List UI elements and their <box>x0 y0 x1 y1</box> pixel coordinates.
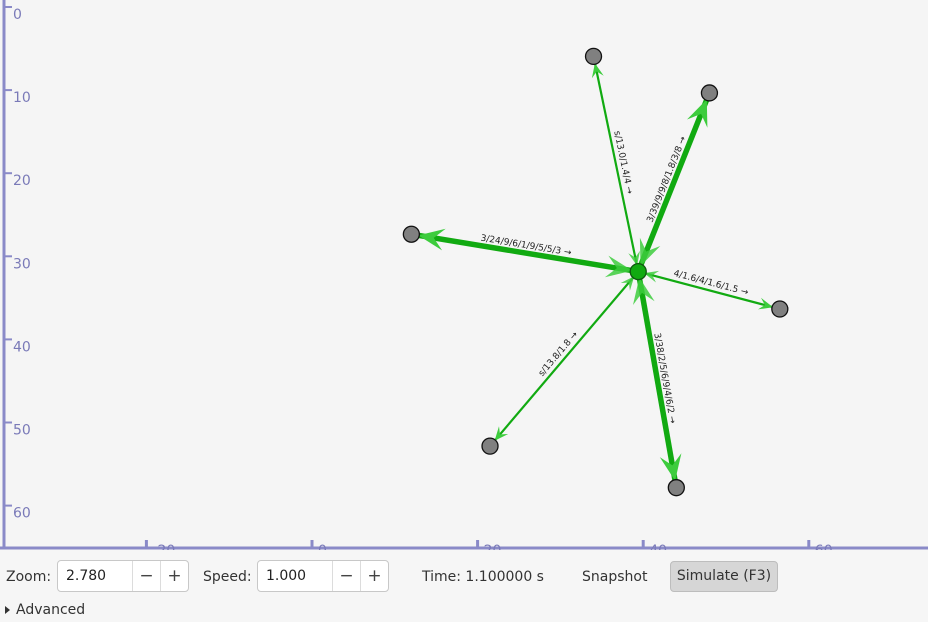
zoom-increase-button[interactable]: + <box>160 561 188 591</box>
speed-label: Speed: <box>203 569 252 585</box>
zoom-label: Zoom: <box>6 569 52 585</box>
y-tick-label: 60 <box>13 506 31 522</box>
y-tick-label: 20 <box>13 173 31 189</box>
graph-node[interactable] <box>481 437 499 455</box>
time-readout: Time: 1.100000 s <box>422 569 544 585</box>
advanced-expander[interactable]: Advanced <box>5 602 85 618</box>
toolbar: Zoom: − + Speed: − + Time: 1.100000 s Sn… <box>0 556 928 598</box>
advanced-label: Advanced <box>16 602 86 618</box>
graph-node[interactable] <box>667 479 685 497</box>
simulate-button[interactable]: Simulate (F3) <box>670 561 778 592</box>
graph-edge[interactable]: 4/1.6/4/1.6/1.5 → <box>637 269 775 310</box>
x-tick-label: 60 <box>815 543 833 550</box>
speed-decrease-button[interactable]: − <box>332 561 360 591</box>
graph-node[interactable] <box>402 225 421 243</box>
zoom-decrease-button[interactable]: − <box>132 561 160 591</box>
edge-label: s/13.8/1.8 → <box>537 330 581 379</box>
y-tick-label: 50 <box>13 423 31 439</box>
edge-label: 3/39/9/9/8/1.8/3/8 → <box>646 135 689 224</box>
graph-edge[interactable]: s/13.8/1.8 → <box>493 270 640 443</box>
graph-view[interactable]: 0 10 20 30 40 50 60 -20 0 20 40 60 s/13.0/1.4/4 →3… <box>0 0 928 550</box>
edge-line <box>635 97 710 273</box>
speed-input[interactable] <box>258 561 332 591</box>
x-tick-label: 20 <box>484 543 502 550</box>
y-tick-label: 10 <box>13 90 31 106</box>
x-tick-label: 0 <box>318 543 327 550</box>
edge-line <box>493 270 640 443</box>
edge-line <box>593 62 640 272</box>
zoom-input[interactable] <box>58 561 132 591</box>
speed-spinner: − + <box>257 560 389 592</box>
graph-edge[interactable]: 3/39/9/9/8/1.8/3/8 → <box>635 97 710 273</box>
expander-arrow-icon <box>5 606 10 614</box>
y-tick-label: 40 <box>13 339 31 355</box>
graph-edge[interactable]: s/13.0/1.4/4 → <box>591 62 640 272</box>
graph-node[interactable] <box>771 300 789 318</box>
speed-increase-button[interactable]: + <box>360 561 388 591</box>
x-tick-label: 40 <box>649 543 667 550</box>
center-node[interactable] <box>629 262 647 281</box>
snapshot-button[interactable]: Snapshot <box>574 562 655 592</box>
y-tick-label: 0 <box>13 7 22 23</box>
graph-edge[interactable]: 3/24/9/6/1/9/5/5/3 → <box>416 228 639 278</box>
y-tick-label: 30 <box>13 256 31 272</box>
x-tick-label: -20 <box>152 543 175 550</box>
graph-node[interactable] <box>700 84 719 102</box>
zoom-spinner: − + <box>57 560 189 592</box>
graph-node[interactable] <box>584 47 603 66</box>
graph-edge[interactable]: 3/38/2/5/6/9/4/6/2 → <box>633 271 682 483</box>
simulation-canvas[interactable]: 0 10 20 30 40 50 60 -20 0 20 40 60 s/13.0/1.4/4 →3… <box>0 0 928 550</box>
